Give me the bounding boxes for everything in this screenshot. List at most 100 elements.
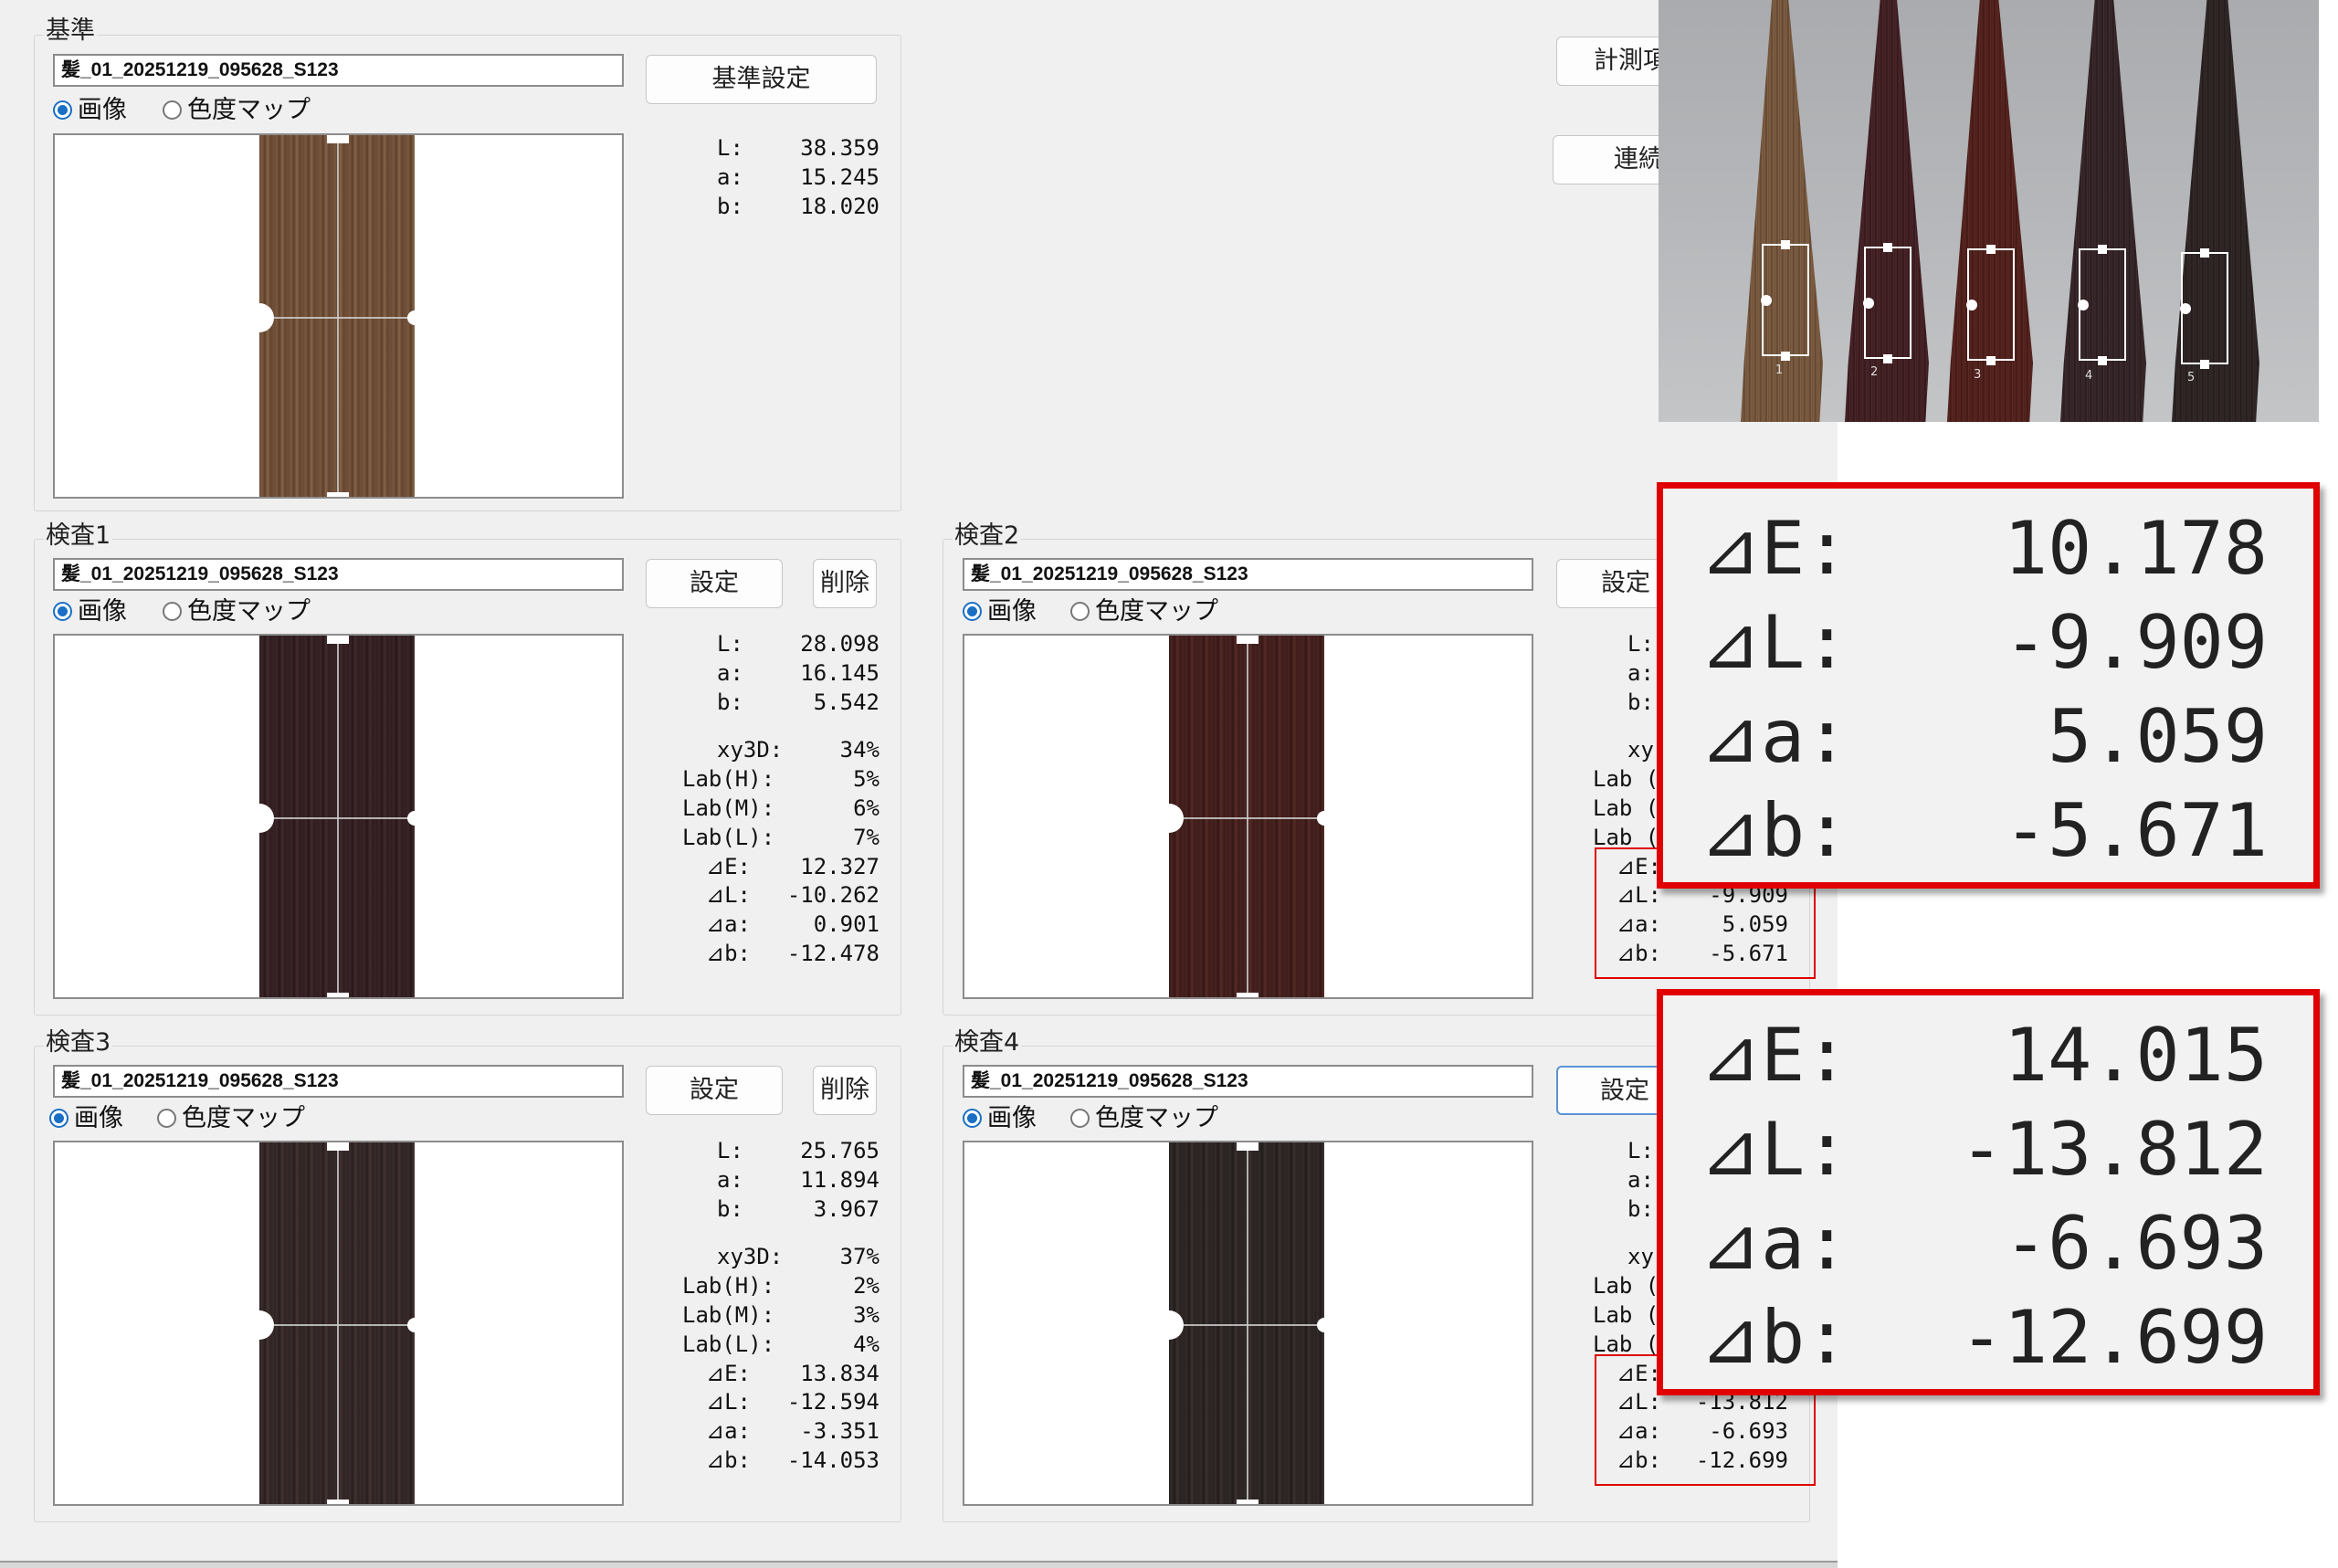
roi-left-handle[interactable] [245, 1310, 274, 1340]
reference-set-button[interactable]: 基準設定 [646, 55, 877, 104]
inspection1-radio-chroma-map[interactable]: 色度マップ [163, 598, 311, 626]
value-label: b: [717, 689, 743, 715]
value-label: ⊿L: [706, 882, 752, 909]
inspection2-radio-chroma-map[interactable]: 色度マップ [1070, 598, 1218, 626]
measure-handle[interactable] [1761, 295, 1772, 306]
value-label: xy3D: [717, 737, 784, 763]
inspection4-radio-chroma-map[interactable]: 色度マップ [1070, 1105, 1218, 1132]
reference-file-field[interactable]: 髪_01_20251219_095628_S123 [53, 54, 624, 87]
roi-right-handle[interactable] [407, 310, 422, 325]
inspection1-set-button[interactable]: 設定 [646, 559, 783, 608]
hair-samples-photo: 1 2 3 4 5 [1659, 0, 2319, 422]
inspection2-image-viewer[interactable] [963, 634, 1533, 999]
roi-top-handle[interactable] [327, 636, 349, 644]
measure-handle[interactable] [2200, 360, 2209, 369]
sample-number-2: 2 [1870, 365, 1879, 379]
sample-number-3: 3 [1974, 368, 1982, 382]
crosshair-horizontal [259, 317, 415, 319]
measure-handle[interactable] [2200, 248, 2209, 258]
reference-b: 18.020 [800, 193, 879, 219]
reference-radio-chroma-map[interactable]: 色度マップ [163, 97, 311, 124]
roi-right-handle[interactable] [407, 1318, 422, 1332]
roi-top-handle[interactable] [327, 1142, 349, 1151]
sample-number-5: 5 [2187, 371, 2196, 384]
zoom1-dE: 10.178 [2004, 506, 2268, 591]
inspection3-lab-l: 4% [853, 1331, 879, 1357]
value-label: Lab(H): [682, 766, 775, 793]
roi-bottom-handle[interactable] [327, 1500, 349, 1504]
measure-handle[interactable] [1781, 352, 1790, 361]
inspection1-da: 0.901 [813, 911, 879, 938]
inspection4-file-field[interactable]: 髪_01_20251219_095628_S123 [963, 1065, 1533, 1098]
zoom2-dL: -13.812 [1959, 1107, 2268, 1192]
value-label: Lab ( [1593, 766, 1659, 793]
measure-handle[interactable] [2078, 300, 2089, 310]
roi-bottom-handle[interactable] [1237, 1500, 1259, 1504]
zoom1-db: -5.671 [2004, 788, 2268, 873]
zoom-label: ⊿a: [1700, 1201, 1849, 1286]
measure-handle[interactable] [1781, 240, 1790, 249]
sample-number-1: 1 [1775, 363, 1784, 377]
inspection3-delete-button[interactable]: 削除 [813, 1066, 877, 1115]
roi-top-handle[interactable] [1237, 636, 1259, 644]
measure-handle[interactable] [1863, 298, 1874, 309]
value-label: xy [1627, 737, 1654, 763]
inspection1-dL: -10.262 [786, 882, 879, 909]
measure-handle[interactable] [1986, 245, 1996, 254]
inspection3-L: 25.765 [800, 1138, 879, 1163]
reference-radio-image[interactable]: 画像 [53, 97, 127, 124]
zoom-label: ⊿b: [1700, 1295, 1849, 1380]
roi-top-handle[interactable] [327, 135, 349, 143]
inspection3-set-button[interactable]: 設定 [646, 1066, 783, 1115]
measure-handle[interactable] [1883, 354, 1892, 363]
radio-image-label: 画像 [987, 597, 1037, 626]
inspection3-dL: -12.594 [786, 1389, 879, 1415]
roi-bottom-handle[interactable] [1237, 993, 1259, 997]
roi-right-handle[interactable] [407, 811, 422, 826]
reference-values: L: 38.359 a: 15.245 b: 18.020 [717, 134, 879, 221]
measure-handle[interactable] [2098, 356, 2107, 365]
inspection4-image-viewer[interactable] [963, 1141, 1533, 1506]
roi-left-handle[interactable] [245, 303, 274, 332]
roi-bottom-handle[interactable] [327, 492, 349, 497]
measure-handle[interactable] [1966, 300, 1977, 310]
inspection2-file-field[interactable]: 髪_01_20251219_095628_S123 [963, 558, 1533, 591]
inspection4-radio-image[interactable]: 画像 [963, 1105, 1037, 1132]
roi-bottom-handle[interactable] [327, 993, 349, 997]
roi-left-handle[interactable] [245, 804, 274, 833]
measure-handle[interactable] [1986, 356, 1996, 365]
reference-L: 38.359 [800, 135, 879, 161]
radio-unselected-icon [163, 602, 182, 621]
measure-handle[interactable] [2180, 303, 2191, 314]
inspection3-image-viewer[interactable] [53, 1141, 624, 1506]
radio-map-label: 色度マップ [1095, 1104, 1218, 1132]
value-label: a: [1627, 1166, 1654, 1193]
inspection3-radio-image[interactable]: 画像 [49, 1105, 123, 1132]
inspection1-delete-button[interactable]: 削除 [813, 559, 877, 608]
measure-handle[interactable] [2098, 245, 2107, 254]
radio-selected-icon [49, 1109, 68, 1128]
inspection3-file-field[interactable]: 髪_01_20251219_095628_S123 [53, 1065, 624, 1098]
zoom-label: ⊿E: [1700, 1013, 1849, 1098]
inspection1-file-field[interactable]: 髪_01_20251219_095628_S123 [53, 558, 624, 591]
value-label: ⊿b: [706, 1447, 752, 1473]
radio-unselected-icon [1070, 602, 1090, 621]
inspection3-radio-chroma-map[interactable]: 色度マップ [157, 1105, 305, 1132]
measure-handle[interactable] [1883, 243, 1892, 252]
roi-left-handle[interactable] [1154, 1310, 1184, 1340]
roi-left-handle[interactable] [1154, 804, 1184, 833]
zoom2-dE: 14.015 [2004, 1013, 2268, 1098]
reference-image-viewer[interactable] [53, 133, 624, 499]
reference-title: 基準 [44, 16, 97, 46]
value-label: ⊿b: [706, 940, 752, 966]
roi-top-handle[interactable] [1237, 1142, 1259, 1151]
roi-right-handle[interactable] [1317, 1318, 1332, 1332]
roi-right-handle[interactable] [1317, 811, 1332, 826]
inspection3-values: L: 25.765 a: 11.894 b: 3.967 xy3D: 37% Lab(H… [682, 1137, 879, 1476]
value-label: Lab(H): [682, 1273, 775, 1300]
inspection1-radio-image[interactable]: 画像 [53, 598, 127, 626]
sample-number-4: 4 [2085, 369, 2093, 383]
inspection4-title: 検査4 [953, 1028, 1022, 1058]
inspection1-image-viewer[interactable] [53, 634, 624, 999]
inspection2-radio-image[interactable]: 画像 [963, 598, 1037, 626]
